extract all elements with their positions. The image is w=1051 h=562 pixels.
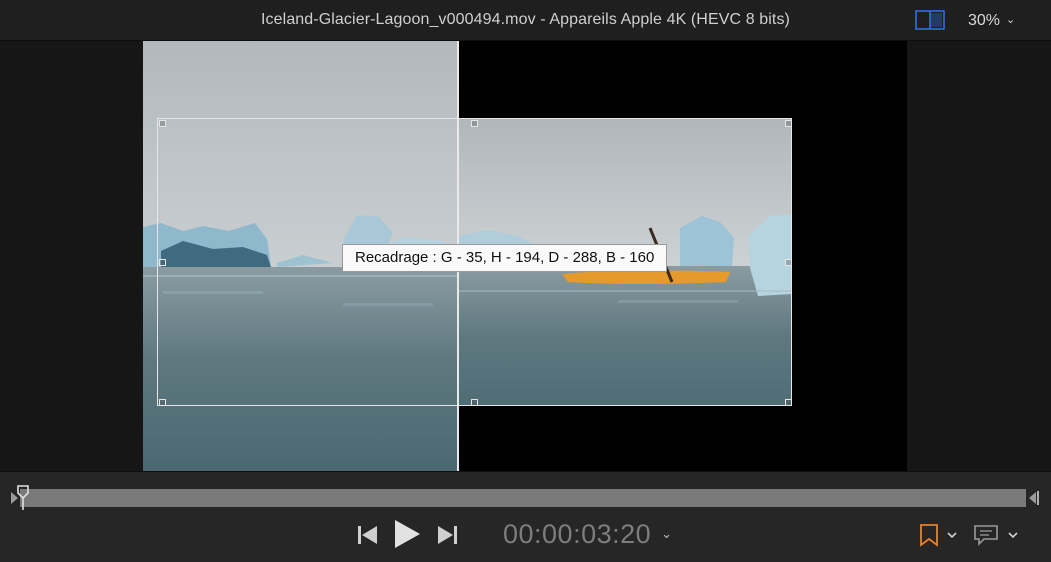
viewer-title-bar: Iceland-Glacier-Lagoon_v000494.mov - App…	[0, 0, 1051, 41]
timeline-scrubber[interactable]	[20, 489, 1026, 507]
crop-handle-bottom-right[interactable]	[785, 399, 792, 406]
comment-icon	[974, 525, 1018, 546]
video-viewer[interactable]: Recadrage : G - 35, H - 194, D - 288, B …	[0, 41, 1051, 471]
split-view-icon[interactable]	[915, 10, 945, 30]
play-icon[interactable]	[392, 518, 422, 550]
clip-title: Iceland-Glacier-Lagoon_v000494.mov - App…	[261, 11, 790, 28]
marker-button[interactable]	[918, 523, 962, 547]
crop-handle-middle-right[interactable]	[785, 259, 792, 266]
timecode-display[interactable]: 00:00:03:20 ⌄	[503, 516, 673, 552]
chevron-down-icon: ⌄	[1006, 14, 1016, 26]
crop-handle-top-left[interactable]	[159, 120, 166, 127]
bookmark-icon	[920, 524, 957, 547]
crop-values-tooltip: Recadrage : G - 35, H - 194, D - 288, B …	[342, 244, 668, 272]
crop-handle-middle-left[interactable]	[159, 259, 166, 266]
zoom-level: 30%	[968, 12, 1001, 29]
crop-handle-bottom-left[interactable]	[159, 399, 166, 406]
zoom-menu[interactable]: 30% ⌄	[968, 0, 1015, 40]
range-end-icon[interactable]	[1027, 489, 1041, 507]
timecode-value: 00:00:03:20	[503, 519, 652, 549]
chevron-down-icon: ⌄	[661, 526, 673, 541]
transport-bar: 00:00:03:20 ⌄	[0, 471, 1051, 562]
crop-handle-bottom-center[interactable]	[471, 399, 478, 406]
crop-handle-top-right[interactable]	[785, 120, 792, 127]
skip-back-icon[interactable]	[357, 524, 379, 546]
comment-button[interactable]	[973, 523, 1023, 547]
crop-handle-top-center[interactable]	[471, 120, 478, 127]
skip-forward-icon[interactable]	[436, 524, 458, 546]
playhead-handle[interactable]	[16, 485, 30, 511]
